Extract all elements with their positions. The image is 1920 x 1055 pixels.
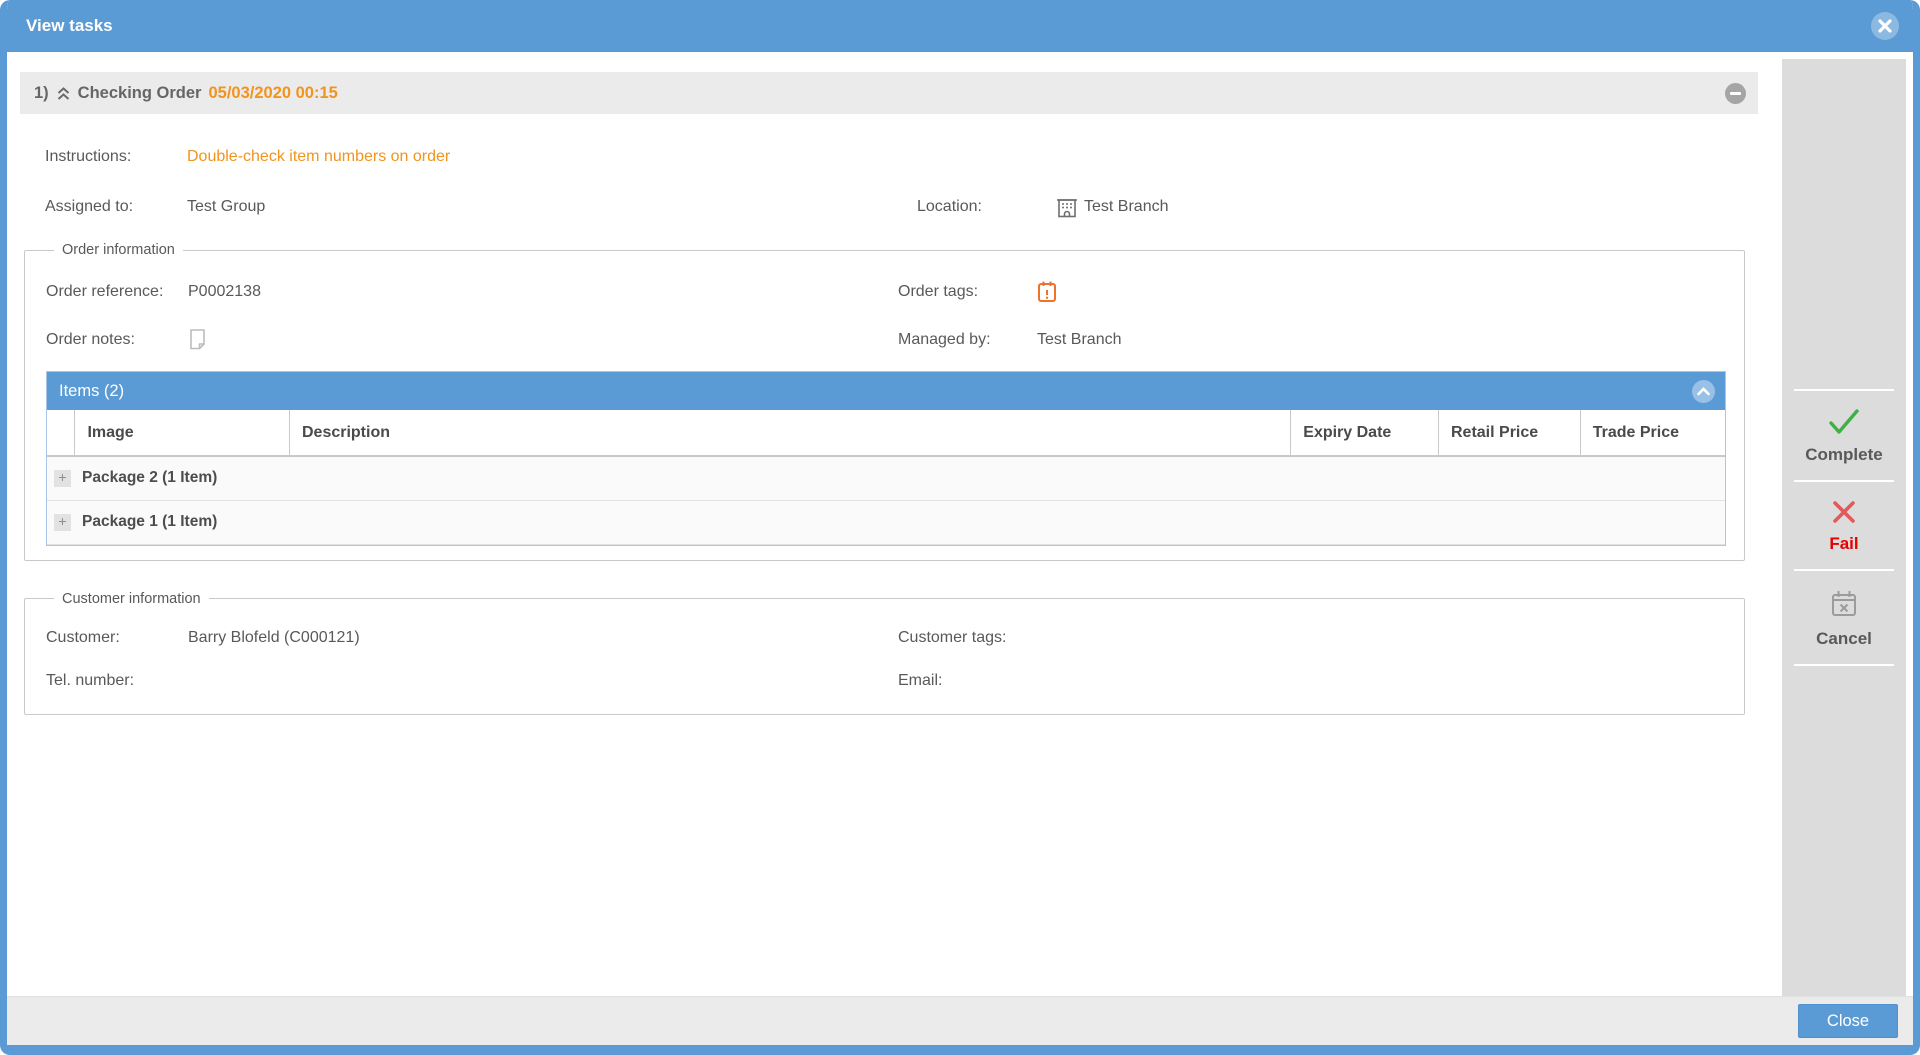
double-chevron-up-icon	[56, 86, 71, 101]
customer-information-legend: Customer information	[54, 591, 209, 607]
assigned-to-label: Assigned to:	[45, 198, 187, 216]
location-label: Location:	[917, 198, 1056, 216]
email-label: Email:	[898, 672, 1037, 690]
package-row-label: Package 2 (1 Item)	[82, 469, 217, 487]
package-row-label: Package 1 (1 Item)	[82, 513, 217, 531]
green-check-icon	[1825, 408, 1863, 436]
order-information-section: Order information Order reference: P0002…	[24, 242, 1745, 561]
task-panel: 1) Checking Order 05/03/2020 00:15 Instr…	[7, 52, 1782, 996]
cancel-button[interactable]: Cancel	[1782, 571, 1906, 664]
dialog-titlebar: View tasks	[7, 0, 1913, 52]
instructions-value: Double-check item numbers on order	[187, 148, 450, 166]
minus-circle-icon[interactable]	[1725, 83, 1746, 104]
red-x-icon	[1831, 499, 1857, 525]
customer-value: Barry Blofeld (C000121)	[188, 629, 360, 647]
divider	[1794, 664, 1894, 666]
items-section: Items (2)	[46, 371, 1726, 546]
view-tasks-dialog: View tasks 1) Checking Order 05/03/2020 …	[0, 0, 1920, 1055]
complete-button-label: Complete	[1805, 445, 1882, 465]
order-tags-label: Order tags:	[898, 283, 1037, 301]
managed-by-value: Test Branch	[1037, 331, 1121, 349]
items-header-bar[interactable]: Items (2)	[47, 372, 1725, 410]
location-value: Test Branch	[1084, 198, 1168, 216]
order-notes-label: Order notes:	[46, 331, 188, 349]
task-datetime: 05/03/2020 00:15	[208, 84, 337, 103]
instructions-label: Instructions:	[45, 148, 187, 166]
chevron-up-circle-icon[interactable]	[1692, 380, 1715, 403]
customer-information-section: Customer information Customer: Barry Blo…	[24, 591, 1745, 715]
assigned-to-value: Test Group	[187, 198, 265, 216]
order-reference-value: P0002138	[188, 283, 261, 301]
fail-button-label: Fail	[1829, 534, 1858, 554]
tel-number-label: Tel. number:	[46, 672, 188, 690]
dialog-close-icon[interactable]	[1871, 12, 1899, 40]
customer-tags-label: Customer tags:	[898, 629, 1037, 647]
package-row[interactable]: + Package 1 (1 Item)	[47, 500, 1725, 544]
managed-by-label: Managed by:	[898, 331, 1037, 349]
col-image: Image	[75, 410, 290, 456]
col-description: Description	[289, 410, 1290, 456]
col-retail-price: Retail Price	[1439, 410, 1581, 456]
customer-label: Customer:	[46, 629, 188, 647]
calendar-alert-icon[interactable]	[1037, 280, 1057, 303]
chevron-up-icon	[1697, 387, 1710, 396]
items-table-header-row: Image Description Expiry Date Retail Pri…	[47, 410, 1725, 456]
col-expiry-date: Expiry Date	[1291, 410, 1439, 456]
order-information-legend: Order information	[54, 242, 183, 258]
items-header-title: Items (2)	[59, 382, 124, 401]
branch-building-icon	[1056, 196, 1078, 218]
expand-plus-icon[interactable]: +	[54, 514, 71, 531]
task-header-bar[interactable]: 1) Checking Order 05/03/2020 00:15	[20, 72, 1758, 114]
cancel-button-label: Cancel	[1816, 629, 1872, 649]
note-page-icon[interactable]	[188, 328, 207, 351]
items-table: Image Description Expiry Date Retail Pri…	[47, 410, 1725, 545]
package-row[interactable]: + Package 2 (1 Item)	[47, 456, 1725, 500]
fail-button[interactable]: Fail	[1782, 482, 1906, 569]
col-expander	[47, 410, 75, 456]
task-name: Checking Order	[78, 84, 202, 103]
expand-plus-icon[interactable]: +	[54, 470, 71, 487]
calendar-x-icon	[1828, 588, 1860, 620]
task-actions-sidebar: Complete Fail Cancel	[1782, 59, 1906, 996]
order-reference-label: Order reference:	[46, 283, 188, 301]
col-trade-price: Trade Price	[1580, 410, 1725, 456]
dialog-footer: Close	[7, 996, 1913, 1045]
dialog-title: View tasks	[26, 16, 1871, 36]
close-button[interactable]: Close	[1798, 1004, 1898, 1038]
complete-button[interactable]: Complete	[1782, 391, 1906, 480]
task-number: 1)	[34, 84, 49, 103]
x-icon	[1878, 19, 1892, 33]
